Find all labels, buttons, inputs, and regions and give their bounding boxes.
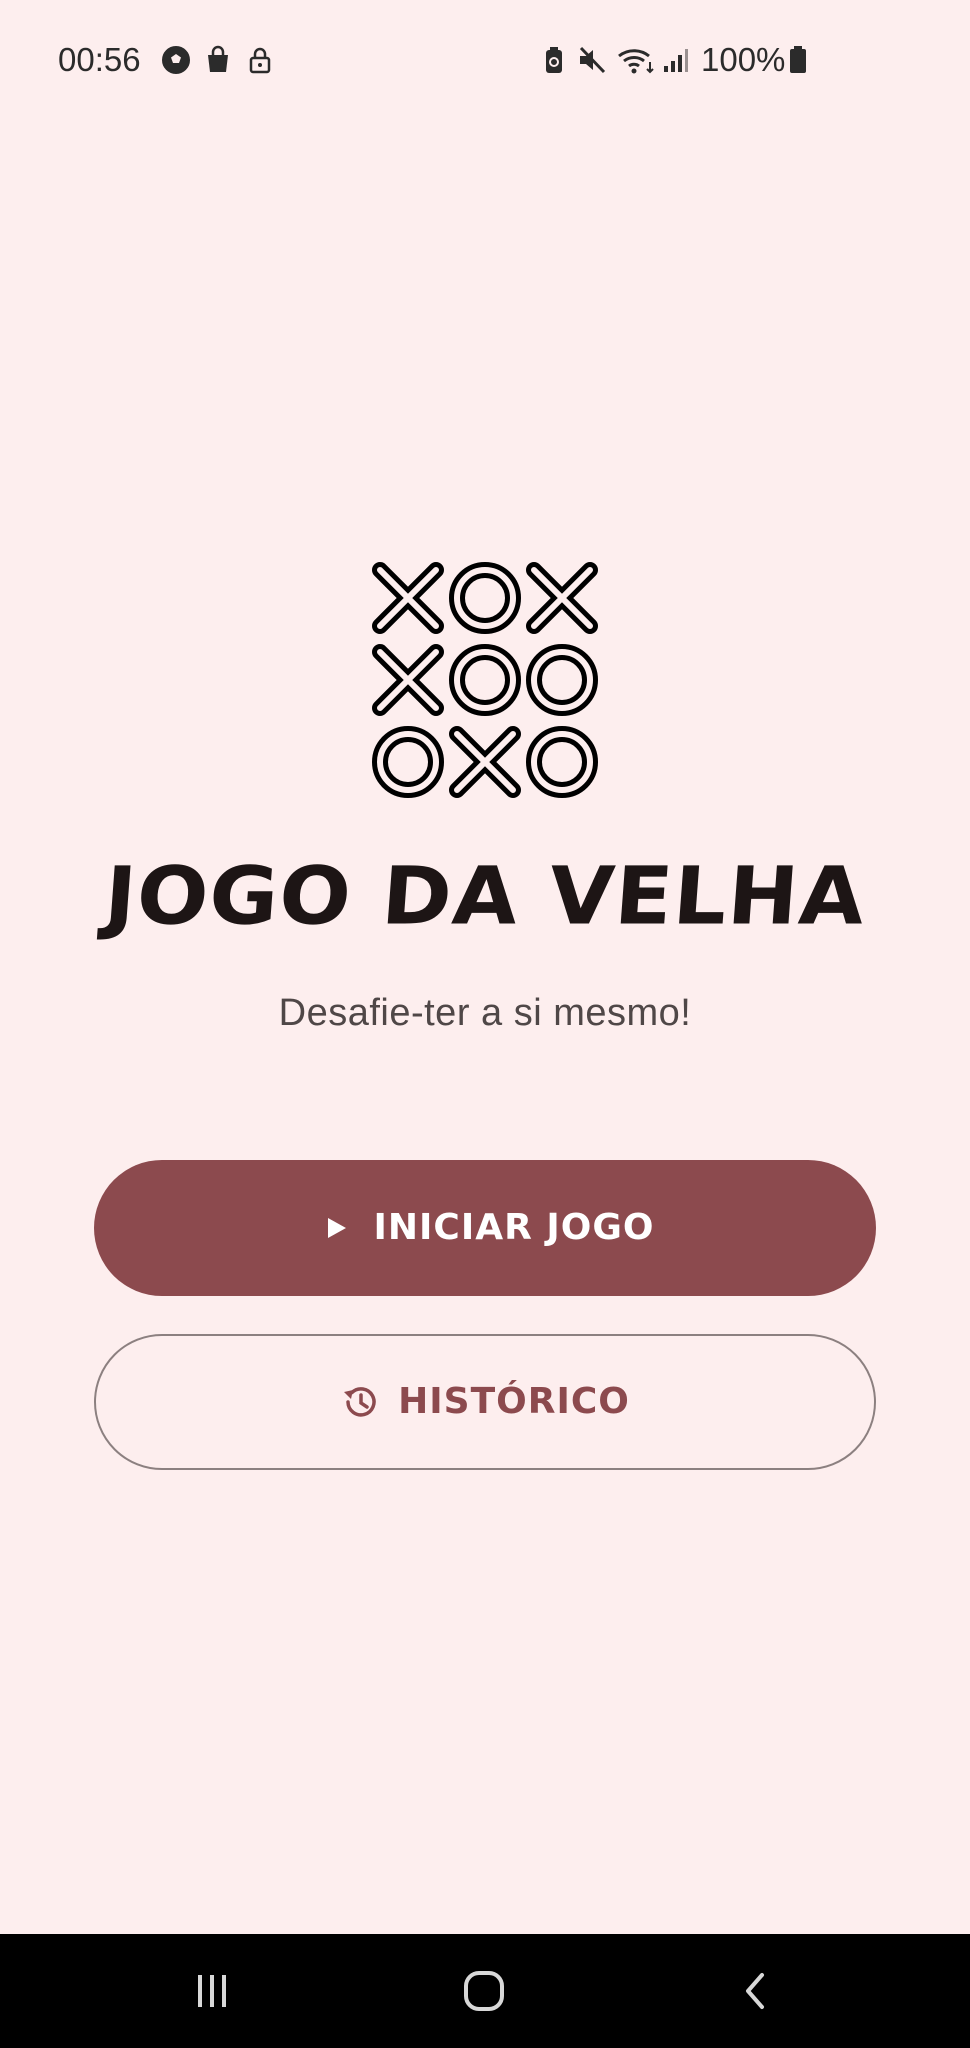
logo-cell-o: [526, 644, 598, 716]
logo-cell-x: [372, 562, 444, 634]
lock-icon: [249, 47, 271, 74]
home-button[interactable]: [424, 1956, 544, 2026]
tic-tac-toe-logo: [372, 562, 598, 798]
battery-saver-icon: [546, 47, 562, 73]
soccer-ball-icon: [162, 46, 190, 74]
back-icon: [746, 1973, 764, 2009]
logo-cell-x: [526, 562, 598, 634]
history-icon: [344, 1387, 376, 1417]
recents-icon: [198, 1975, 226, 2007]
mute-icon: [579, 46, 606, 74]
logo-cell-o: [449, 562, 521, 634]
status-bar: 00:56 100%: [0, 0, 970, 120]
signal-icon: [664, 49, 688, 72]
navigation-bar: [0, 1934, 970, 2048]
recents-button[interactable]: [152, 1956, 272, 2026]
logo-cell-x: [449, 726, 521, 798]
battery-icon: [790, 46, 806, 73]
logo-cell-o: [449, 644, 521, 716]
status-time: 00:56: [58, 41, 141, 78]
app-title: JOGO DA VELHA: [101, 849, 869, 943]
play-icon: [327, 1218, 346, 1238]
back-button[interactable]: [696, 1956, 816, 2026]
history-button[interactable]: HISTÓRICO: [94, 1334, 876, 1470]
history-label: HISTÓRICO: [398, 1381, 630, 1422]
app-subtitle: Desafie-ter a si mesmo!: [278, 992, 692, 1034]
shopping-bag-icon: [208, 45, 228, 72]
home-icon: [464, 1971, 504, 2011]
logo-cell-x: [372, 644, 444, 716]
logo-cell-o: [526, 726, 598, 798]
logo-cell-o: [372, 726, 444, 798]
wifi-icon: [618, 49, 654, 74]
start-game-button[interactable]: INICIAR JOGO: [94, 1160, 876, 1296]
battery-percentage: 100%: [701, 41, 786, 78]
start-game-label: INICIAR JOGO: [373, 1207, 655, 1248]
